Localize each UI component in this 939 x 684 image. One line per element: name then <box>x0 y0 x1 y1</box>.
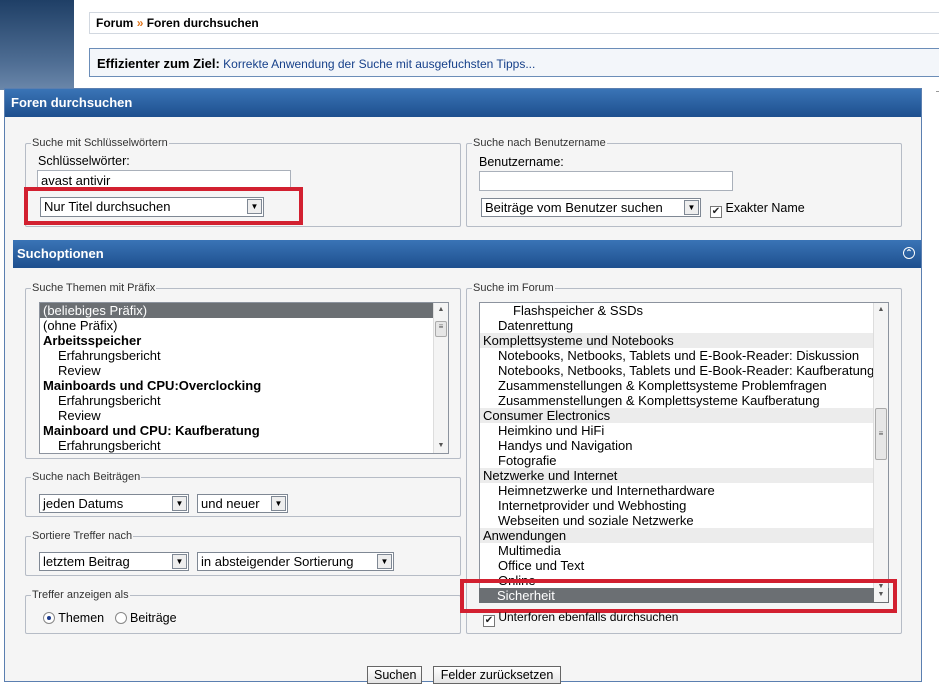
subforums-option[interactable]: ✔ Unterforen ebenfalls durchsuchen <box>483 610 678 627</box>
tip-label: Effizienter zum Ziel: <box>97 56 220 71</box>
direction-value: und neuer <box>201 496 260 511</box>
sort-field-value: letztem Beitrag <box>43 554 130 569</box>
keywords-label: Schlüsselwörter: <box>38 154 130 168</box>
forum-listbox[interactable]: Flashspeicher & SSDs Datenrettung Komplett… <box>479 302 889 595</box>
forum-option[interactable]: Handys und Navigation <box>480 438 888 453</box>
display-options: Themen Beiträge <box>43 611 177 625</box>
right-edge <box>922 88 939 682</box>
username-mode-select[interactable]: Beiträge vom Benutzer suchen ▼ <box>481 198 701 217</box>
dropdown-arrow-icon: ▼ <box>271 496 286 511</box>
direction-select[interactable]: und neuer ▼ <box>197 494 288 513</box>
dropdown-arrow-icon: ▼ <box>172 496 187 511</box>
prefix-listbox[interactable]: (beliebiges Präfix) (ohne Präfix) Arbeitss… <box>39 302 449 454</box>
forum-option[interactable]: Flashspeicher & SSDs <box>480 303 888 318</box>
sort-order-value: in absteigender Sortierung <box>201 554 354 569</box>
forum-option[interactable]: Datenrettung <box>480 318 888 333</box>
sort-legend: Sortiere Treffer nach <box>32 530 133 542</box>
keywords-legend: Suche mit Schlüsselwörtern <box>32 137 168 149</box>
username-label: Benutzername: <box>479 155 564 169</box>
search-options-header[interactable]: Suchoptionen ⌃ <box>13 240 921 268</box>
forum-option[interactable]: Zusammenstellungen & Komplettsysteme Kau… <box>480 393 888 408</box>
scroll-thumb[interactable]: ≡ <box>875 408 887 460</box>
scroll-up-icon[interactable]: ▲ <box>435 304 447 316</box>
prefix-option[interactable]: (beliebiges Präfix) <box>40 303 448 318</box>
prefix-option[interactable]: Erfahrungsbericht <box>40 348 448 363</box>
forum-option[interactable]: Webseiten und soziale Netzwerke <box>480 513 888 528</box>
forum-legend: Suche im Forum <box>473 282 554 294</box>
scroll-down-icon[interactable]: ▼ <box>435 440 447 452</box>
subforums-label: Unterforen ebenfalls durchsuchen <box>498 610 679 624</box>
forum-option[interactable]: Notebooks, Netbooks, Tablets und E-Book-… <box>480 363 888 378</box>
dropdown-arrow-icon: ▼ <box>172 554 187 569</box>
prefix-legend: Suche Themen mit Präfix <box>32 282 156 294</box>
display-legend: Treffer anzeigen als <box>32 589 129 601</box>
scroll-thumb[interactable]: ≡ <box>435 321 447 337</box>
prefix-option[interactable]: (ohne Präfix) <box>40 318 448 333</box>
panel-title: Foren durchsuchen <box>5 89 921 117</box>
radio-beitraege-label: Beiträge <box>130 611 177 625</box>
exact-name-label: Exakter Name <box>725 201 805 215</box>
forum-option[interactable]: Fotografie <box>480 453 888 468</box>
radio-beitraege[interactable] <box>114 612 127 624</box>
tip-link[interactable]: Korrekte Anwendung der Suche mit ausgefu… <box>223 57 535 71</box>
exact-name-checkbox[interactable]: ✔ <box>710 206 722 218</box>
search-options-title: Suchoptionen <box>17 246 104 261</box>
tip-bar: Effizienter zum Ziel: Korrekte Anwendung… <box>89 48 939 77</box>
highlight-box <box>460 579 897 613</box>
forum-option[interactable]: Consumer Electronics <box>480 408 888 423</box>
breadcrumb-separator: » <box>136 16 144 30</box>
collapse-icon[interactable]: ⌃ <box>903 247 915 259</box>
radio-themen[interactable] <box>43 612 55 624</box>
highlight-box <box>24 187 303 225</box>
forum-option[interactable]: Office und Text <box>480 558 888 573</box>
username-input[interactable] <box>479 171 733 191</box>
prefix-option[interactable]: Erfahrungsbericht <box>40 393 448 408</box>
prefix-rows: (beliebiges Präfix) (ohne Präfix) Arbeitss… <box>40 303 448 453</box>
dropdown-arrow-icon: ▼ <box>377 554 392 569</box>
search-button[interactable]: Suchen <box>367 666 422 684</box>
forum-option[interactable]: Internetprovider und Webhosting <box>480 498 888 513</box>
forum-option[interactable]: Notebooks, Netbooks, Tablets und E-Book-… <box>480 348 888 363</box>
reset-button[interactable]: Felder zurücksetzen <box>433 666 561 684</box>
prefix-scrollbar[interactable]: ▲ ≡ ▼ <box>433 303 448 453</box>
scroll-up-icon[interactable]: ▲ <box>875 304 887 316</box>
exact-name-option[interactable]: ✔ Exakter Name <box>710 201 805 218</box>
prefix-option[interactable]: Review <box>40 363 448 378</box>
posts-legend: Suche nach Beiträgen <box>32 471 141 483</box>
prefix-option[interactable]: Review <box>40 408 448 423</box>
prefix-option[interactable]: Mainboard und CPU: Kaufberatung <box>40 423 448 438</box>
prefix-option[interactable]: Erfahrungsbericht <box>40 438 448 453</box>
sort-field-select[interactable]: letztem Beitrag ▼ <box>39 552 189 571</box>
left-banner <box>0 0 74 90</box>
forum-option[interactable]: Zusammenstellungen & Komplettsysteme Pro… <box>480 378 888 393</box>
forum-option[interactable]: Netzwerke und Internet <box>480 468 888 483</box>
breadcrumb: Forum » Foren durchsuchen <box>89 12 939 34</box>
breadcrumb-forum-link[interactable]: Forum <box>96 16 133 30</box>
date-select[interactable]: jeden Datums ▼ <box>39 494 189 513</box>
username-mode-value: Beiträge vom Benutzer suchen <box>485 200 663 215</box>
forum-option[interactable]: Anwendungen <box>480 528 888 543</box>
prefix-option[interactable]: Mainboards und CPU:Overclocking <box>40 378 448 393</box>
sort-order-select[interactable]: in absteigender Sortierung ▼ <box>197 552 394 571</box>
breadcrumb-current: Foren durchsuchen <box>146 16 259 30</box>
forum-option[interactable]: Heimnetzwerke und Internethardware <box>480 483 888 498</box>
username-legend: Suche nach Benutzername <box>473 137 606 149</box>
date-value: jeden Datums <box>43 496 124 511</box>
search-panel: Foren durchsuchen Suche mit Schlüsselwör… <box>4 88 922 684</box>
forum-option[interactable]: Komplettsysteme und Notebooks <box>480 333 888 348</box>
prefix-option[interactable]: Arbeitsspeicher <box>40 333 448 348</box>
dropdown-arrow-icon: ▼ <box>684 200 699 215</box>
radio-themen-label: Themen <box>58 611 105 625</box>
forum-scrollbar[interactable]: ▲ ≡ ▼ <box>873 303 888 594</box>
subforums-checkbox[interactable]: ✔ <box>483 615 495 627</box>
forum-option[interactable]: Multimedia <box>480 543 888 558</box>
forum-option[interactable]: Heimkino und HiFi <box>480 423 888 438</box>
forum-rows: Flashspeicher & SSDs Datenrettung Komplett… <box>480 303 888 588</box>
